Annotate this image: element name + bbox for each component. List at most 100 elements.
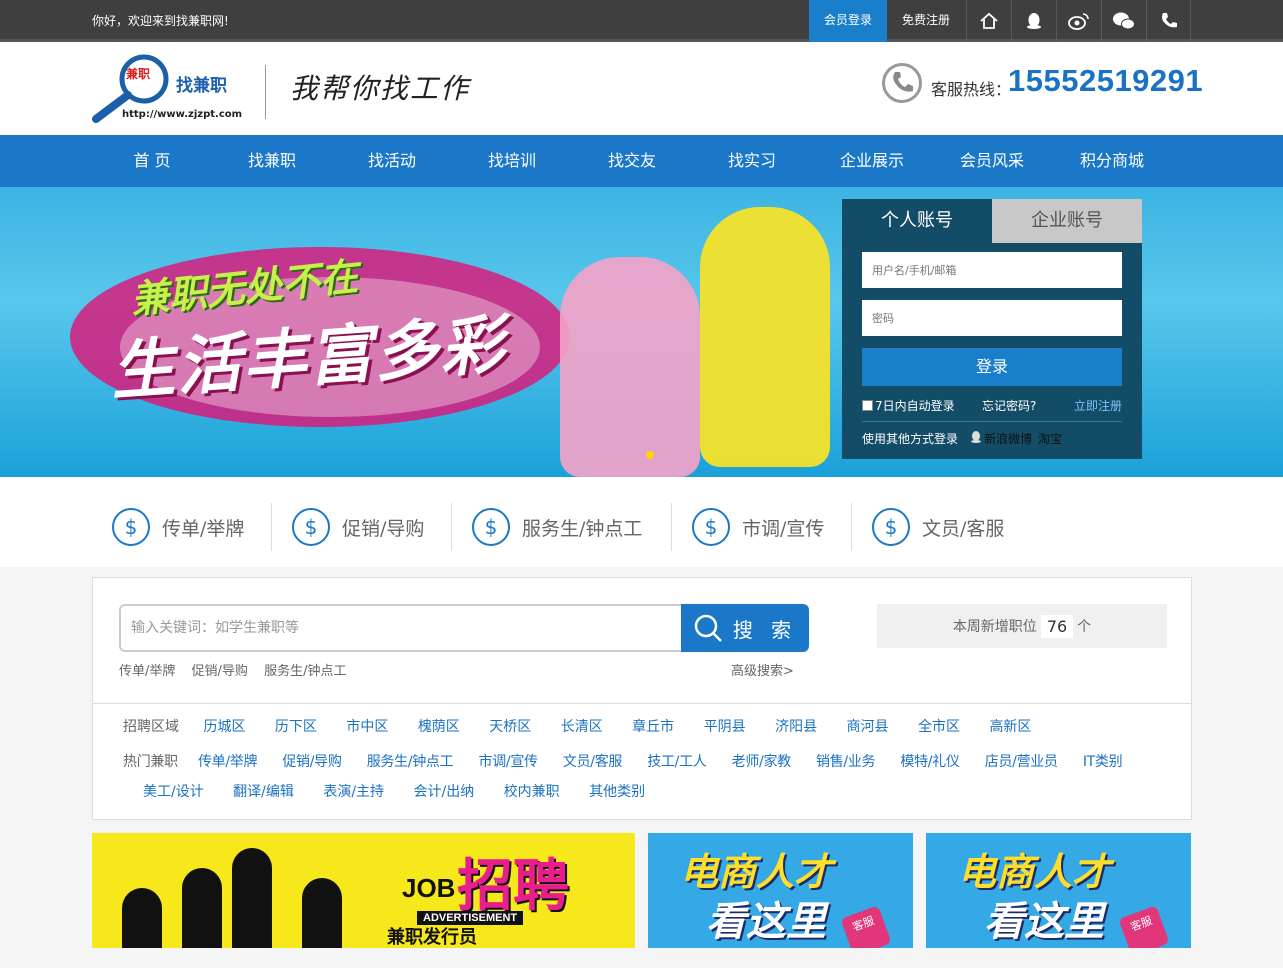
- home-icon[interactable]: [966, 0, 1011, 42]
- site-logo[interactable]: 兼职 找兼职 http://www.zjzpt.com: [92, 53, 252, 125]
- area-link[interactable]: 高新区: [989, 719, 1031, 735]
- area-link[interactable]: 长清区: [561, 719, 603, 735]
- qq-login-icon[interactable]: [969, 430, 983, 444]
- password-input[interactable]: [862, 300, 1122, 336]
- nav-item-home[interactable]: 首 页: [92, 135, 212, 187]
- hotline-number: 15552519291: [1008, 63, 1204, 98]
- logo-domain: http://www.zjzpt.com: [122, 109, 243, 120]
- qq-icon[interactable]: [1011, 0, 1056, 42]
- nav-item-members[interactable]: 会员风采: [932, 135, 1052, 187]
- hot-job-link[interactable]: 会计/出纳: [414, 784, 475, 800]
- nav-item-activity[interactable]: 找活动: [332, 135, 452, 187]
- hot-job-link[interactable]: 促销/导购: [282, 754, 342, 770]
- ad2-line1: 电商人才: [680, 850, 833, 894]
- category-label: 传单/举牌: [162, 517, 245, 540]
- area-link[interactable]: 济阳县: [775, 719, 817, 735]
- nav-item-points-mall[interactable]: 积分商城: [1052, 135, 1172, 187]
- hot-job-link[interactable]: 服务生/钟点工: [367, 754, 454, 770]
- hot-keyword-link[interactable]: 传单/举牌: [119, 664, 175, 679]
- hot-job-link[interactable]: 文员/客服: [563, 754, 623, 770]
- area-link[interactable]: 历下区: [275, 719, 317, 735]
- ad-banner-recruitment[interactable]: JOB 招聘 ADVERTISEMENT 兼职发行员: [92, 833, 635, 948]
- new-jobs-count: 76: [1040, 614, 1074, 638]
- hot-job-link[interactable]: 销售/业务: [816, 754, 876, 770]
- area-link[interactable]: 平阴县: [704, 719, 746, 735]
- hot-jobs-title: 热门兼职: [123, 754, 178, 770]
- category-separator: [451, 503, 452, 551]
- ad-banner-ecommerce-2[interactable]: 电商人才 看这里 客服: [926, 833, 1191, 948]
- hot-keyword-link[interactable]: 促销/导购: [192, 664, 248, 679]
- username-input[interactable]: [862, 252, 1122, 288]
- area-link[interactable]: 天桥区: [489, 719, 531, 735]
- hot-job-link[interactable]: 其他类别: [589, 784, 645, 800]
- hot-job-link[interactable]: 店员/营业员: [985, 754, 1058, 770]
- hot-job-link[interactable]: 校内兼职: [504, 784, 560, 800]
- area-link[interactable]: 全市区: [918, 719, 960, 735]
- register-now-link[interactable]: 立即注册: [1074, 397, 1122, 414]
- main-nav: 首 页 找兼职 找活动 找培训 找交友 找实习 企业展示 会员风采 积分商城: [0, 135, 1283, 187]
- advanced-search-link[interactable]: 高级搜索>: [731, 660, 794, 679]
- category-waiter[interactable]: $ 服务生/钟点工: [472, 501, 672, 553]
- logo-brand: 找兼职: [176, 76, 227, 96]
- free-register-link[interactable]: 免费注册: [887, 0, 965, 42]
- ad3-line1: 电商人才: [958, 850, 1111, 894]
- category-survey[interactable]: $ 市调/宣传: [692, 501, 852, 553]
- remember-checkbox[interactable]: [862, 400, 873, 411]
- area-link[interactable]: 市中区: [346, 719, 388, 735]
- tab-personal-account[interactable]: 个人账号: [842, 199, 992, 243]
- category-clerk[interactable]: $ 文员/客服: [872, 501, 1032, 553]
- search-button[interactable]: 搜 索: [681, 604, 809, 652]
- top-bar: 你好，欢迎来到找兼职网! 会员登录 免费注册: [0, 0, 1283, 42]
- category-promotion[interactable]: $ 促销/导购: [292, 501, 452, 553]
- hot-job-link[interactable]: 技工/工人: [647, 754, 707, 770]
- ad1-job-text: JOB: [402, 873, 456, 903]
- hot-job-link[interactable]: 传单/举牌: [198, 754, 258, 770]
- weibo-icon[interactable]: [1056, 0, 1101, 42]
- member-login-link[interactable]: 会员登录: [809, 0, 887, 42]
- search-divider: [93, 703, 1191, 704]
- nav-item-friends[interactable]: 找交友: [572, 135, 692, 187]
- hot-job-link[interactable]: 表演/主持: [323, 784, 384, 800]
- nav-item-internship[interactable]: 找实习: [692, 135, 812, 187]
- area-link[interactable]: 槐荫区: [418, 719, 460, 735]
- hot-job-link[interactable]: 老师/家教: [732, 754, 792, 770]
- search-panel: 输入关键词：如学生兼职等 搜 索 传单/举牌 促销/导购 服务生/钟点工 高级搜…: [92, 577, 1192, 820]
- ad-banner-ecommerce-1[interactable]: 电商人才 看这里 客服: [648, 833, 913, 948]
- hot-keyword-link[interactable]: 服务生/钟点工: [264, 664, 346, 679]
- silhouette-figure: [302, 878, 342, 948]
- silhouette-figure: [122, 888, 162, 948]
- area-link[interactable]: 章丘市: [632, 719, 674, 735]
- money-icon: $: [692, 508, 730, 546]
- remember-me[interactable]: 7日内自动登录: [862, 397, 955, 414]
- login-button[interactable]: 登录: [862, 348, 1122, 386]
- hot-job-link[interactable]: IT类别: [1083, 754, 1123, 770]
- hot-jobs-row: 热门兼职 传单/举牌 促销/导购 服务生/钟点工 市调/宣传 文员/客服 技工/…: [123, 751, 1123, 771]
- area-link[interactable]: 商河县: [847, 719, 889, 735]
- category-flyers[interactable]: $ 传单/举牌: [112, 501, 272, 553]
- banner-boy-figure: [700, 207, 830, 467]
- phone-icon[interactable]: [1146, 0, 1191, 42]
- category-label: 促销/导购: [342, 517, 425, 540]
- wechat-icon[interactable]: [1101, 0, 1146, 42]
- category-strip: $ 传单/举牌 $ 促销/导购 $ 服务生/钟点工 $ 市调/宣传 $ 文员/客…: [92, 477, 1192, 567]
- login-divider: [862, 421, 1122, 422]
- search-input[interactable]: 输入关键词：如学生兼职等: [119, 604, 683, 652]
- area-link[interactable]: 历城区: [203, 719, 245, 735]
- hot-job-link[interactable]: 翻译/编辑: [233, 784, 294, 800]
- nav-item-training[interactable]: 找培训: [452, 135, 572, 187]
- forgot-password-link[interactable]: 忘记密码?: [982, 397, 1036, 414]
- taobao-login-link[interactable]: 淘宝: [1038, 430, 1062, 447]
- hot-job-link[interactable]: 美工/设计: [143, 784, 204, 800]
- weibo-login-link[interactable]: 新浪微博: [984, 430, 1032, 447]
- hotline-label: 客服热线：: [931, 80, 1012, 99]
- tab-company-account[interactable]: 企业账号: [992, 199, 1142, 243]
- category-separator: [671, 503, 672, 551]
- hot-job-link[interactable]: 模特/礼仪: [900, 754, 960, 770]
- new-jobs-suffix: 个: [1077, 619, 1092, 635]
- hot-job-link[interactable]: 市调/宣传: [479, 754, 539, 770]
- carousel-indicator[interactable]: [646, 451, 654, 459]
- other-login-label: 使用其他方式登录: [862, 432, 959, 446]
- ad3-tag: 客服: [1118, 905, 1170, 948]
- nav-item-companies[interactable]: 企业展示: [812, 135, 932, 187]
- nav-item-parttime[interactable]: 找兼职: [212, 135, 332, 187]
